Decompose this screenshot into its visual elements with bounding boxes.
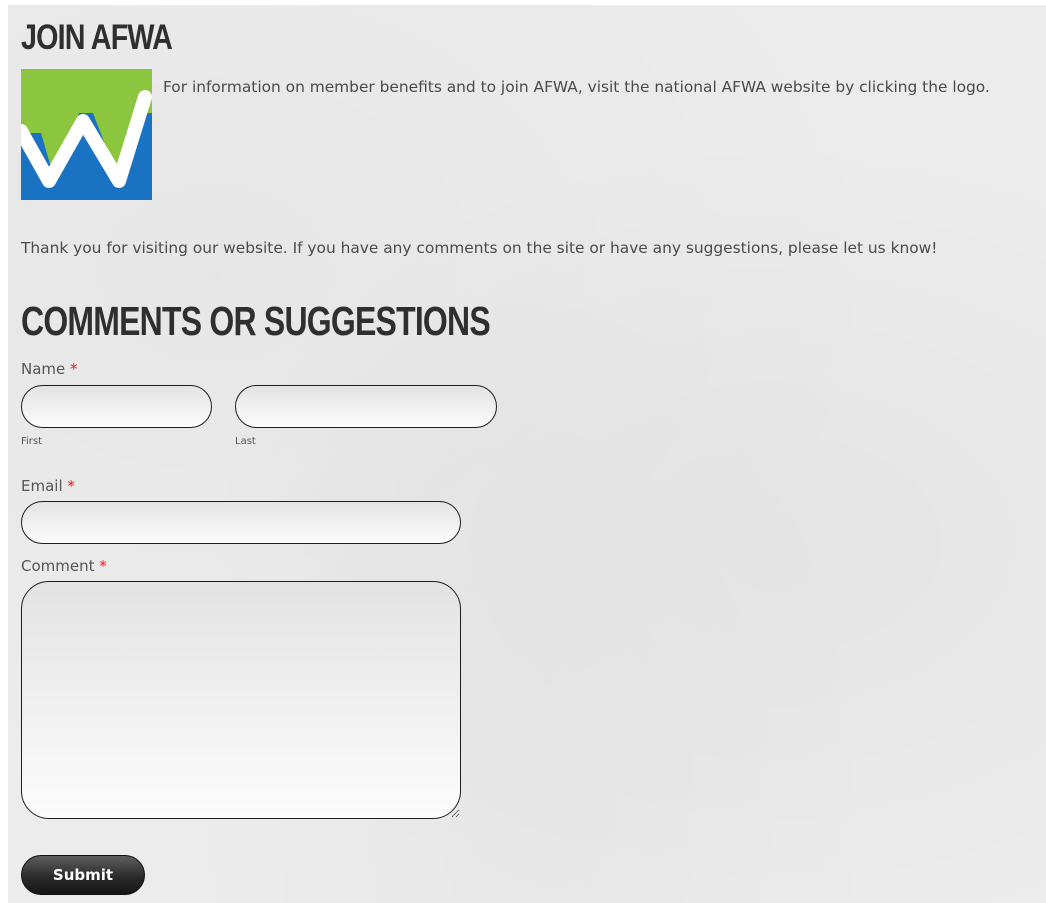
page-content: JOIN AFWA For information on member bene…: [8, 5, 1046, 903]
email-label: Email *: [21, 477, 75, 495]
required-marker: *: [99, 557, 107, 575]
comment-label: Comment *: [21, 557, 107, 575]
afwa-info-text: For information on member benefits and t…: [163, 78, 990, 96]
first-name-input[interactable]: [21, 385, 212, 428]
afwa-logo[interactable]: [21, 69, 152, 200]
required-marker: *: [70, 360, 78, 378]
comment-label-text: Comment: [21, 557, 95, 575]
email-label-text: Email: [21, 477, 63, 495]
email-input[interactable]: [21, 501, 461, 544]
comment-textarea[interactable]: [21, 581, 461, 819]
submit-button[interactable]: Submit: [21, 855, 145, 895]
join-heading: JOIN AFWA: [21, 18, 173, 57]
first-sublabel: First: [21, 436, 43, 447]
last-name-input[interactable]: [235, 385, 497, 428]
name-label-text: Name: [21, 360, 66, 378]
required-marker: *: [67, 477, 75, 495]
form-heading: COMMENTS OR SUGGESTIONS: [21, 298, 491, 344]
intro-text: Thank you for visiting our website. If y…: [21, 239, 938, 257]
last-sublabel: Last: [235, 436, 256, 447]
name-label: Name *: [21, 360, 78, 378]
